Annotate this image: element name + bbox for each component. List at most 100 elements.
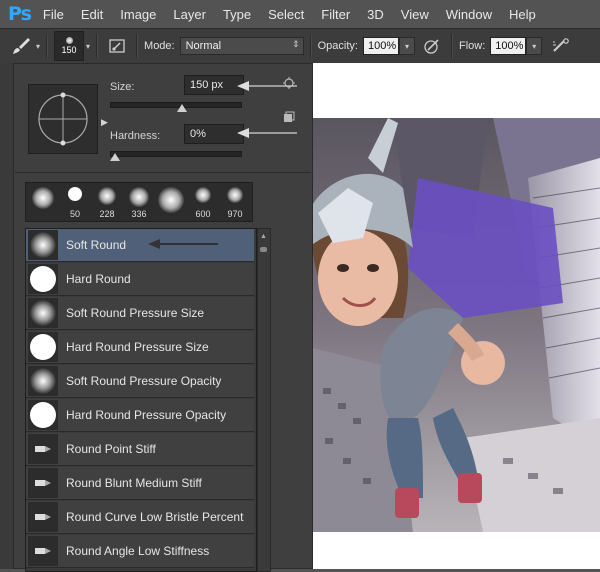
brush-picker-dropdown-icon[interactable]: ▾ bbox=[86, 42, 90, 51]
brush-list-scrollbar[interactable]: ▲ bbox=[257, 228, 271, 572]
brush-list-item[interactable]: Round Point Stiff bbox=[26, 433, 254, 466]
opacity-dropdown-button[interactable]: ▾ bbox=[398, 37, 415, 55]
separator bbox=[96, 34, 99, 58]
preset-size-label: 228 bbox=[99, 209, 115, 219]
menu-image[interactable]: Image bbox=[120, 7, 156, 22]
brush-panel-toggle-icon[interactable] bbox=[104, 33, 130, 59]
brush-name: Hard Round bbox=[66, 272, 131, 286]
bristle-brush-icon bbox=[28, 502, 58, 532]
hard-round-brush-icon bbox=[28, 400, 58, 430]
menu-filter[interactable]: Filter bbox=[321, 7, 350, 22]
recent-brush-preset[interactable] bbox=[28, 183, 58, 221]
preset-size-label: 600 bbox=[195, 209, 211, 219]
brush-list-item[interactable]: Soft Round Pressure Opacity bbox=[26, 365, 254, 398]
menu-select[interactable]: Select bbox=[268, 7, 304, 22]
preset-size-label: 970 bbox=[227, 209, 243, 219]
preview-arrow-icon: ▶ bbox=[101, 117, 108, 127]
mode-select[interactable]: Normal ⇕ bbox=[179, 37, 304, 55]
size-label: Size: bbox=[110, 81, 135, 93]
separator bbox=[309, 34, 312, 58]
chevron-down-icon: ▾ bbox=[404, 41, 409, 51]
brush-tip-icon bbox=[195, 187, 211, 203]
recent-brush-preset[interactable]: 50 bbox=[60, 183, 90, 221]
divider bbox=[15, 172, 311, 173]
tool-preset-dropdown-icon[interactable]: ▾ bbox=[36, 42, 40, 51]
brush-list-item[interactable]: Round Curve Low Bristle Percent bbox=[26, 501, 254, 534]
soft-round-brush-icon bbox=[28, 366, 58, 396]
brush-icon[interactable] bbox=[8, 33, 34, 59]
opacity-label: Opacity: bbox=[317, 40, 358, 52]
brush-tip-icon bbox=[98, 187, 116, 205]
tools-panel-edge bbox=[0, 63, 14, 569]
flow-dropdown-button[interactable]: ▾ bbox=[526, 37, 543, 55]
brush-tip-icon bbox=[129, 187, 149, 207]
brush-list-item[interactable]: Round Angle Low Stiffness bbox=[26, 535, 254, 568]
hardness-slider-thumb[interactable] bbox=[110, 153, 120, 161]
opacity-value: 100% bbox=[367, 40, 397, 52]
menu-edit[interactable]: Edit bbox=[81, 7, 103, 22]
separator bbox=[450, 34, 453, 58]
annotation-arrows bbox=[237, 81, 297, 138]
brush-list-item[interactable]: Hard Round bbox=[26, 263, 254, 296]
brush-preset-picker[interactable]: 150 bbox=[54, 31, 85, 61]
menu-layer[interactable]: Layer bbox=[173, 7, 206, 22]
bristle-brush-icon bbox=[28, 434, 58, 464]
brush-name: Hard Round Pressure Opacity bbox=[66, 408, 227, 422]
brush-tip-icon bbox=[32, 187, 54, 209]
bristle-brush-icon bbox=[28, 468, 58, 498]
menu-3d[interactable]: 3D bbox=[367, 7, 384, 22]
airbrush-icon[interactable] bbox=[548, 33, 574, 59]
brush-tip-icon bbox=[227, 187, 243, 203]
brush-name: Round Point Stiff bbox=[66, 442, 156, 456]
menu-file[interactable]: File bbox=[43, 7, 64, 22]
opacity-input[interactable]: 100% bbox=[362, 37, 399, 55]
brush-name: Hard Round Pressure Size bbox=[66, 340, 209, 354]
brush-tip-icon bbox=[158, 187, 184, 213]
size-slider-thumb[interactable] bbox=[176, 104, 187, 112]
recent-brush-preset[interactable]: 336 bbox=[124, 183, 154, 221]
recent-brush-preset[interactable] bbox=[156, 183, 186, 221]
document-image bbox=[313, 118, 600, 532]
menu-view[interactable]: View bbox=[401, 7, 429, 22]
annotation-arrow-selected bbox=[148, 239, 218, 249]
brush-angle-preview[interactable] bbox=[28, 84, 98, 154]
brush-size-readout: 150 bbox=[61, 45, 77, 55]
soft-round-brush-icon bbox=[28, 298, 58, 328]
hard-round-brush-icon bbox=[28, 264, 58, 294]
menu-help[interactable]: Help bbox=[509, 7, 536, 22]
separator bbox=[136, 34, 139, 58]
brush-list-item[interactable]: Soft Round Pressure Size bbox=[26, 297, 254, 330]
recent-brush-preset[interactable]: 970 bbox=[220, 183, 250, 221]
brush-presets-list: Soft Round Hard Round Soft Round Pressure … bbox=[25, 228, 257, 572]
menu-type[interactable]: Type bbox=[223, 7, 251, 22]
brush-list-item[interactable]: Round Blunt Medium Stiff bbox=[26, 467, 254, 500]
bristle-brush-icon bbox=[28, 536, 58, 566]
recent-brush-preset[interactable]: 600 bbox=[188, 183, 218, 221]
flow-input[interactable]: 100% bbox=[490, 37, 527, 55]
brush-list-item[interactable]: Hard Round Pressure Size bbox=[26, 331, 254, 364]
brush-name: Soft Round Pressure Opacity bbox=[66, 374, 222, 388]
updown-arrows-icon: ⇕ bbox=[292, 39, 300, 49]
soft-round-brush-icon bbox=[28, 230, 58, 260]
brush-list-item[interactable]: Hard Round Pressure Opacity bbox=[26, 399, 254, 432]
recent-brushes-strip: 50 228 336 600 970 bbox=[25, 182, 253, 222]
brush-name: Soft Round bbox=[66, 238, 127, 252]
flow-value: 100% bbox=[495, 40, 524, 52]
scroll-up-icon[interactable]: ▲ bbox=[260, 233, 267, 240]
flow-label: Flow: bbox=[458, 40, 486, 52]
preset-size-label: 336 bbox=[131, 209, 147, 219]
pressure-opacity-icon[interactable] bbox=[419, 33, 445, 59]
mode-value: Normal bbox=[185, 40, 222, 52]
hardness-label: Hardness: bbox=[110, 130, 161, 142]
menu-window[interactable]: Window bbox=[446, 7, 492, 22]
hardness-slider-track[interactable] bbox=[110, 151, 242, 157]
brush-dot-icon bbox=[65, 37, 73, 44]
photoshop-logo: Ps bbox=[8, 3, 32, 25]
mode-label: Mode: bbox=[144, 40, 175, 52]
options-bar: ▾ 150 ▾ Mode: Normal ⇕ Opacity: 100% ▾ F… bbox=[0, 28, 600, 64]
scrollbar-thumb[interactable] bbox=[260, 247, 267, 252]
recent-brush-preset[interactable]: 228 bbox=[92, 183, 122, 221]
preset-size-label: 50 bbox=[69, 209, 80, 219]
separator bbox=[46, 34, 49, 58]
brush-name: Round Blunt Medium Stiff bbox=[66, 476, 202, 490]
